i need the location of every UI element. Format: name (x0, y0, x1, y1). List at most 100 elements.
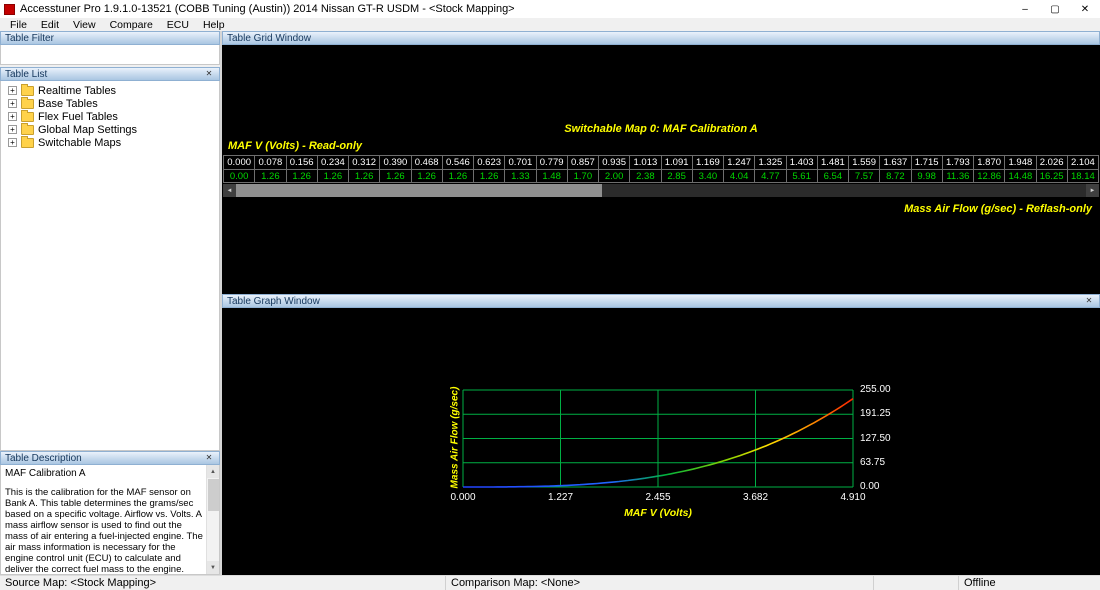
flow-cell[interactable]: 3.40 (692, 169, 724, 183)
flow-cell[interactable]: 12.86 (974, 169, 1006, 183)
table-filter-title: Table Filter (5, 32, 54, 44)
folder-icon (21, 96, 34, 109)
flow-cell[interactable]: 1.26 (411, 169, 443, 183)
menu-view[interactable]: View (66, 19, 103, 31)
flow-cell[interactable]: 1.70 (567, 169, 599, 183)
tree-item-flex-fuel-tables[interactable]: + Flex Fuel Tables (1, 109, 219, 123)
table-grid-window-header[interactable]: Table Grid Window (222, 31, 1100, 45)
scroll-track[interactable] (236, 184, 1086, 197)
flow-cell[interactable]: 5.61 (786, 169, 818, 183)
maximize-button[interactable]: ▢ (1040, 0, 1070, 18)
volts-cell[interactable]: 2.104 (1067, 155, 1099, 169)
expander-icon[interactable]: + (8, 112, 17, 121)
volts-cell[interactable]: 1.559 (849, 155, 881, 169)
description-scrollbar[interactable]: ▲ ▼ (206, 465, 219, 574)
menu-compare[interactable]: Compare (103, 19, 160, 31)
table-list-header[interactable]: Table List ✕ (0, 67, 220, 81)
close-icon[interactable]: ✕ (1083, 296, 1095, 306)
table-graph-window-header[interactable]: Table Graph Window ✕ (222, 294, 1100, 308)
volts-cell[interactable]: 0.312 (349, 155, 381, 169)
volts-cell[interactable]: 1.325 (755, 155, 787, 169)
close-icon[interactable]: ✕ (203, 453, 215, 463)
flow-cell[interactable]: 18.14 (1067, 169, 1099, 183)
volts-cell[interactable]: 1.870 (974, 155, 1006, 169)
tree-item-switchable-maps[interactable]: + Switchable Maps (1, 135, 219, 149)
minimize-button[interactable]: – (1010, 0, 1040, 18)
volts-cell[interactable]: 0.000 (223, 155, 256, 169)
flow-cell[interactable]: 1.26 (317, 169, 349, 183)
flow-cell[interactable]: 8.72 (880, 169, 912, 183)
scroll-thumb[interactable] (207, 479, 219, 511)
flow-cell[interactable]: 1.33 (505, 169, 537, 183)
volts-cell[interactable]: 0.857 (567, 155, 599, 169)
flow-cell[interactable]: 1.26 (474, 169, 506, 183)
expander-icon[interactable]: + (8, 86, 17, 95)
volts-cell[interactable]: 1.637 (880, 155, 912, 169)
flow-cell[interactable]: 1.48 (536, 169, 568, 183)
flow-cell[interactable]: 11.36 (942, 169, 974, 183)
close-button[interactable]: ✕ (1070, 0, 1100, 18)
flow-cell[interactable]: 7.57 (849, 169, 881, 183)
x-tick-label: 2.455 (645, 492, 671, 503)
flow-cell[interactable]: 4.04 (724, 169, 756, 183)
flow-cell[interactable]: 1.26 (442, 169, 474, 183)
description-text: This is the calibration for the MAF sens… (5, 487, 203, 574)
volts-cell[interactable]: 1.403 (786, 155, 818, 169)
volts-cell[interactable]: 1.247 (724, 155, 756, 169)
flow-cell[interactable]: 2.85 (661, 169, 693, 183)
volts-cell[interactable]: 0.935 (599, 155, 631, 169)
volts-cell[interactable]: 1.948 (1005, 155, 1037, 169)
tree-item-realtime-tables[interactable]: + Realtime Tables (1, 83, 219, 97)
flow-cell[interactable]: 6.54 (817, 169, 849, 183)
flow-cell[interactable]: 9.98 (911, 169, 943, 183)
volts-cell[interactable]: 1.481 (817, 155, 849, 169)
scroll-up-icon[interactable]: ▲ (206, 465, 219, 478)
expander-icon[interactable]: + (8, 125, 17, 134)
volts-cell[interactable]: 2.026 (1036, 155, 1068, 169)
window-controls: – ▢ ✕ (1010, 0, 1100, 18)
volts-cell[interactable]: 0.156 (286, 155, 318, 169)
table-filter-header[interactable]: Table Filter (0, 31, 220, 45)
menu-ecu[interactable]: ECU (160, 19, 196, 31)
flow-cell[interactable]: 2.38 (630, 169, 662, 183)
tree-item-global-map-settings[interactable]: + Global Map Settings (1, 122, 219, 136)
menu-edit[interactable]: Edit (34, 19, 66, 31)
flow-cell[interactable]: 2.00 (599, 169, 631, 183)
tree-item-base-tables[interactable]: + Base Tables (1, 96, 219, 110)
volts-cell[interactable]: 0.779 (536, 155, 568, 169)
expander-icon[interactable]: + (8, 99, 17, 108)
table-description-header[interactable]: Table Description ✕ (0, 451, 220, 465)
volts-cell[interactable]: 1.793 (942, 155, 974, 169)
volts-cell[interactable]: 1.013 (630, 155, 662, 169)
flow-cell[interactable]: 1.26 (286, 169, 318, 183)
flow-cell[interactable]: 1.26 (349, 169, 381, 183)
expander-icon[interactable]: + (8, 138, 17, 147)
flow-cell[interactable]: 1.26 (380, 169, 412, 183)
volts-cell[interactable]: 0.468 (411, 155, 443, 169)
scroll-left-icon[interactable]: ◄ (223, 184, 236, 197)
x-tick-label: 1.227 (547, 492, 574, 503)
volts-cell[interactable]: 0.546 (442, 155, 474, 169)
volts-cell[interactable]: 1.715 (911, 155, 943, 169)
volts-cell[interactable]: 1.169 (692, 155, 724, 169)
flow-cell[interactable]: 0.00 (223, 169, 256, 183)
volts-cell[interactable]: 0.623 (474, 155, 506, 169)
scroll-down-icon[interactable]: ▼ (206, 561, 219, 574)
scroll-thumb[interactable] (236, 184, 602, 197)
grid-scrollbar[interactable]: ◄ ► (223, 184, 1099, 197)
flow-cell[interactable]: 4.77 (755, 169, 787, 183)
volts-cell[interactable]: 0.234 (317, 155, 349, 169)
volts-cell[interactable]: 0.390 (380, 155, 412, 169)
flow-cell[interactable]: 14.48 (1005, 169, 1037, 183)
scroll-right-icon[interactable]: ► (1086, 184, 1099, 197)
close-icon[interactable]: ✕ (203, 69, 215, 79)
menu-file[interactable]: File (3, 19, 34, 31)
volts-cell[interactable]: 0.701 (505, 155, 537, 169)
menu-help[interactable]: Help (196, 19, 232, 31)
volts-cell[interactable]: 1.091 (661, 155, 693, 169)
flow-cell[interactable]: 16.25 (1036, 169, 1068, 183)
table-filter-body[interactable] (0, 45, 220, 65)
flow-cell[interactable]: 1.26 (255, 169, 287, 183)
y-tick-label: 63.75 (860, 456, 886, 468)
volts-cell[interactable]: 0.078 (255, 155, 287, 169)
